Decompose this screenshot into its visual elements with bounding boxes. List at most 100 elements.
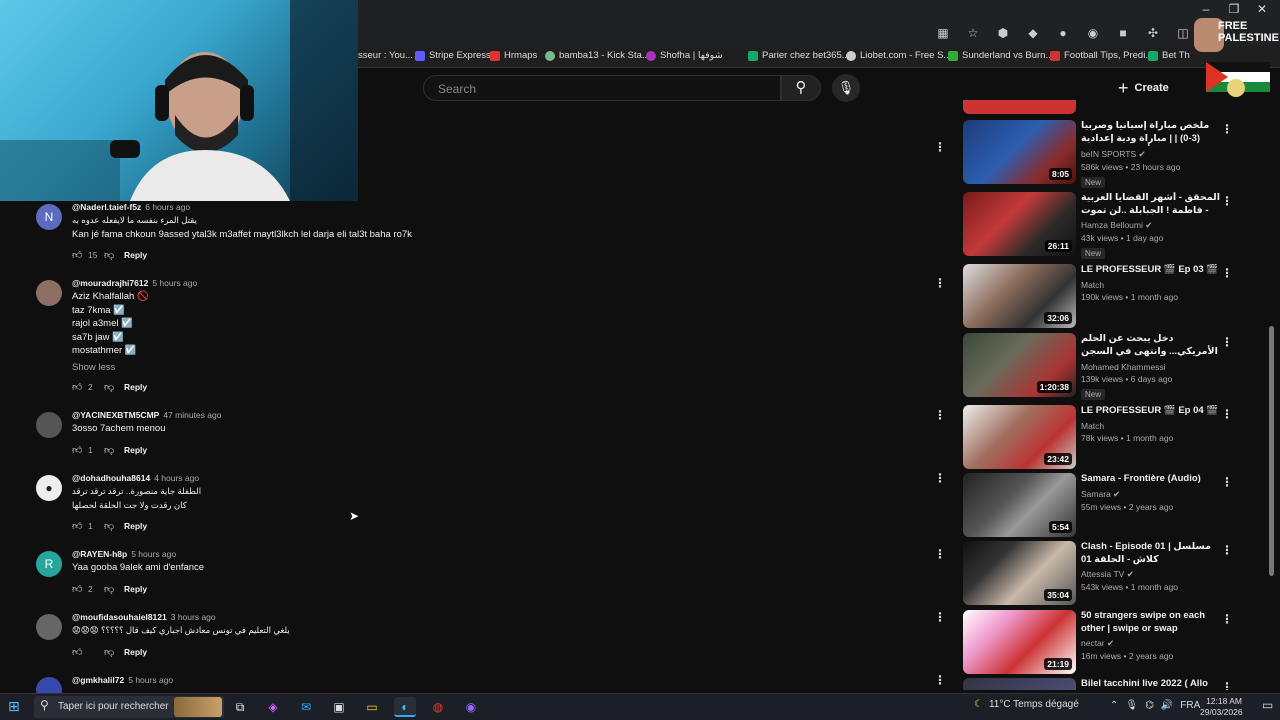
thumbs-down-icon[interactable]: 👎︎ bbox=[104, 583, 116, 595]
recommended-video-item[interactable]: 26:11 المحقق - أشهر القضايا العربية - فاط… bbox=[963, 192, 1248, 259]
video-thumbnail[interactable]: 1:20:38 bbox=[963, 333, 1076, 397]
channel-name[interactable]: Match bbox=[1081, 421, 1104, 431]
comment-time[interactable]: 6 hours ago bbox=[145, 202, 190, 212]
reply-button[interactable]: Reply bbox=[124, 584, 147, 594]
recommended-video-item[interactable]: 1:20:38 دخل يبحث عن الحلم الأمريكي... وان… bbox=[963, 333, 1248, 400]
comment-time[interactable]: 5 hours ago bbox=[131, 549, 176, 559]
avatar[interactable]: R bbox=[36, 551, 62, 577]
more-options-icon[interactable]: ⋮ bbox=[934, 673, 946, 687]
comment-time[interactable]: 3 hours ago bbox=[171, 612, 216, 622]
more-options-icon[interactable]: ⋮ bbox=[1221, 194, 1233, 208]
thumbs-up-icon[interactable]: 👍︎ bbox=[72, 249, 84, 261]
avatar[interactable] bbox=[36, 280, 62, 306]
app-icon[interactable]: ◍ bbox=[427, 697, 449, 717]
reply-button[interactable]: Reply bbox=[124, 250, 147, 260]
extension-icon[interactable]: ● bbox=[1048, 26, 1078, 42]
video-thumbnail-partial[interactable] bbox=[963, 100, 1076, 114]
extension-icon[interactable]: ◉ bbox=[1078, 26, 1108, 42]
search-button[interactable]: ⚲ bbox=[781, 75, 821, 101]
taskbar-clock[interactable]: 12:18 AM 29/03/2026 bbox=[1200, 696, 1243, 718]
microphone-icon[interactable]: 🎙 bbox=[1125, 700, 1138, 711]
show-less-link[interactable]: Show less bbox=[72, 362, 197, 373]
thumbs-down-icon[interactable]: 👎︎ bbox=[104, 381, 116, 393]
more-options-icon[interactable]: ⋮ bbox=[934, 140, 946, 154]
more-options-icon[interactable]: ⋮ bbox=[1221, 335, 1233, 349]
more-options-icon[interactable]: ⋮ bbox=[934, 276, 946, 290]
comment-author[interactable]: @RAYEN-h8p bbox=[72, 549, 127, 559]
bookmark-item[interactable]: Sunderland vs Burn... bbox=[948, 50, 1053, 61]
comment-author[interactable]: @gmkhalil72 bbox=[72, 675, 124, 685]
channel-name[interactable]: Mohamed Khammessi bbox=[1081, 362, 1166, 372]
create-button[interactable]: + Create bbox=[1118, 77, 1169, 99]
more-options-icon[interactable]: ⋮ bbox=[934, 471, 946, 485]
windows-start-icon[interactable]: ⊞ bbox=[8, 698, 24, 714]
video-thumbnail[interactable]: 32:06 bbox=[963, 264, 1076, 328]
bookmark-item[interactable]: bamba13 - Kick Sta... bbox=[545, 50, 650, 61]
bookmark-item[interactable]: Parier chez bet365... bbox=[748, 50, 850, 61]
copilot-icon[interactable]: ◈ bbox=[262, 697, 284, 717]
thumbs-down-icon[interactable]: 👎︎ bbox=[104, 444, 116, 456]
channel-name[interactable]: nectar bbox=[1081, 638, 1105, 648]
more-options-icon[interactable]: ⋮ bbox=[934, 408, 946, 422]
bookmark-item[interactable]: Liobet.com - Free S... bbox=[846, 50, 951, 61]
thumbs-up-icon[interactable]: 👍︎ bbox=[72, 520, 84, 532]
reply-button[interactable]: Reply bbox=[124, 382, 147, 392]
channel-name[interactable]: Attessia TV bbox=[1081, 569, 1124, 579]
search-input[interactable]: Search bbox=[423, 75, 781, 101]
more-options-icon[interactable]: ⋮ bbox=[934, 610, 946, 624]
avatar[interactable]: N bbox=[36, 204, 62, 230]
store-icon[interactable]: ▣ bbox=[328, 697, 350, 717]
comment-author[interactable]: @moufidasouhaiel8121 bbox=[72, 612, 167, 622]
task-view-icon[interactable]: ⧉ bbox=[229, 697, 251, 717]
more-options-icon[interactable]: ⋮ bbox=[1221, 543, 1233, 557]
extension-icon[interactable]: ⬢ bbox=[988, 26, 1018, 42]
video-title[interactable]: Clash - Episode 01 | مسلسل كلاش - الحلقة… bbox=[1081, 541, 1221, 566]
reply-button[interactable]: Reply bbox=[124, 521, 147, 531]
video-thumbnail[interactable]: 21:19 bbox=[963, 610, 1076, 674]
channel-name[interactable]: Match bbox=[1081, 280, 1104, 290]
scrollbar-thumb[interactable] bbox=[1269, 326, 1274, 576]
comment-time[interactable]: 4 hours ago bbox=[154, 473, 199, 483]
video-thumbnail[interactable]: 23:42 bbox=[963, 405, 1076, 469]
more-options-icon[interactable]: ⋮ bbox=[1221, 407, 1233, 421]
file-explorer-icon[interactable]: ▭ bbox=[361, 697, 383, 717]
video-title[interactable]: ملخص مباراة إسبانيا وصربيا (3-0) | | مبا… bbox=[1081, 120, 1221, 146]
more-options-icon[interactable]: ⋮ bbox=[1221, 266, 1233, 280]
recommended-video-item[interactable]: 23:42 LE PROFESSEUR 🎬 Ep 04 🎬 Match 78k vie… bbox=[963, 405, 1248, 471]
comment-author[interactable]: @YACINEXBTM5CMP bbox=[72, 410, 159, 420]
more-options-icon[interactable]: ⋮ bbox=[1221, 122, 1233, 136]
avatar[interactable] bbox=[36, 614, 62, 640]
more-options-icon[interactable]: ⋮ bbox=[934, 547, 946, 561]
channel-name[interactable]: Hamza Belloumi bbox=[1081, 220, 1143, 230]
weather-widget[interactable]: ☾ 11°C Temps dégagé bbox=[974, 699, 1079, 710]
comment-time[interactable]: 47 minutes ago bbox=[163, 410, 221, 420]
puzzle-icon[interactable]: ✣ bbox=[1138, 26, 1168, 42]
video-title[interactable]: Bilel tacchini live 2022 ( Allo bbox=[1081, 678, 1221, 690]
volume-icon[interactable]: 🔊 bbox=[1161, 700, 1173, 711]
voice-search-button[interactable]: 🎙 bbox=[832, 74, 860, 102]
video-thumbnail[interactable] bbox=[963, 678, 1076, 690]
recommended-video-item[interactable]: 8:05 ملخص مباراة إسبانيا وصربيا (3-0) | |… bbox=[963, 120, 1248, 188]
thumbs-up-icon[interactable]: 👍︎ bbox=[72, 444, 84, 456]
comment-time[interactable]: 5 hours ago bbox=[152, 278, 197, 288]
more-options-icon[interactable]: ⋮ bbox=[1221, 680, 1233, 690]
thumbs-down-icon[interactable]: 👎︎ bbox=[104, 249, 116, 261]
extension-icon[interactable]: ◆ bbox=[1018, 26, 1048, 42]
comment-author[interactable]: @mouradrajhi7612 bbox=[72, 278, 148, 288]
video-thumbnail[interactable]: 26:11 bbox=[963, 192, 1076, 256]
bookmark-item[interactable]: Hrmaps bbox=[490, 50, 537, 61]
reply-button[interactable]: Reply bbox=[124, 647, 147, 657]
thumbs-up-icon[interactable]: 👍︎ bbox=[72, 381, 84, 393]
avatar[interactable] bbox=[36, 412, 62, 438]
network-icon[interactable]: ⌬ bbox=[1145, 700, 1154, 711]
video-title[interactable]: المحقق - أشهر القضايا العربية - فاطمة ! … bbox=[1081, 192, 1221, 217]
bookmark-item[interactable]: Bet Th bbox=[1148, 50, 1190, 61]
recommended-video-item[interactable]: 21:19 50 strangers swipe on each other | … bbox=[963, 610, 1248, 676]
video-title[interactable]: LE PROFESSEUR 🎬 Ep 04 🎬 bbox=[1081, 405, 1221, 418]
thumbs-up-icon[interactable]: 👍︎ bbox=[72, 646, 84, 658]
more-options-icon[interactable]: ⋮ bbox=[1221, 475, 1233, 489]
comment-author[interactable]: @dohadhouha8614 bbox=[72, 473, 150, 483]
video-title[interactable]: دخل يبحث عن الحلم الأمريكي... وانتهى في … bbox=[1081, 333, 1221, 359]
bookmark-star-icon[interactable]: ☆ bbox=[958, 26, 988, 42]
apps-icon[interactable]: ▦ bbox=[928, 26, 958, 42]
